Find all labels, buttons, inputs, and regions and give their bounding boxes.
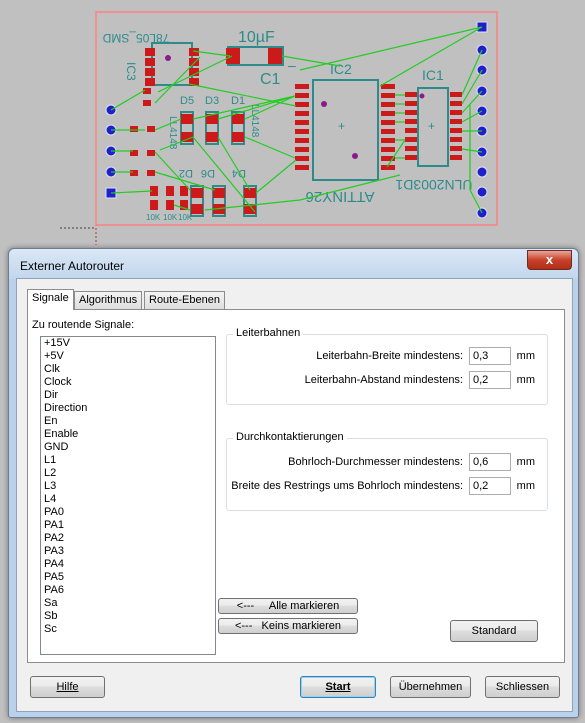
mark-all-label: <--- Alle markieren <box>236 600 340 612</box>
signal-list-item[interactable]: L2 <box>41 467 215 480</box>
trace-spacing-unit: mm <box>516 374 535 386</box>
vias-group-title: Durchkontaktierungen <box>233 431 347 443</box>
signal-list-item[interactable]: PA5 <box>41 571 215 584</box>
c1-label: C1 <box>260 71 281 88</box>
signals-list-label: Zu routende Signale: <box>32 319 135 331</box>
tab-signale[interactable]: Signale <box>27 289 74 310</box>
trace-width-input[interactable] <box>469 347 511 365</box>
vias-groupbox: Durchkontaktierungen Bohrloch-Durchmesse… <box>226 431 548 511</box>
ic1-uln2003[interactable]: + IC1 ULN2003D1 <box>395 67 472 193</box>
start-button[interactable]: Start <box>300 676 376 698</box>
signal-list-item[interactable]: PA3 <box>41 545 215 558</box>
close-icon: x <box>545 252 554 267</box>
resistor-array[interactable]: 10K 10K 10K <box>130 88 193 222</box>
mark-all-button[interactable]: <--- Alle markieren <box>218 598 358 614</box>
signal-list-item[interactable]: En <box>41 415 215 428</box>
mark-none-label: <--- Keins markieren <box>234 620 342 632</box>
signal-list-item[interactable]: L1 <box>41 454 215 467</box>
close-button[interactable]: Schliessen <box>485 676 560 698</box>
signal-list-item[interactable]: Dir <box>41 389 215 402</box>
ic3-value-label: 78L05_SMD <box>102 31 169 45</box>
help-label: Hilfe <box>56 681 79 693</box>
signal-list-item[interactable]: Direction <box>41 402 215 415</box>
d1-label: D1 <box>231 95 245 107</box>
ic3-label: IC3 <box>124 62 138 81</box>
c1-value-label: 10µF <box>238 29 275 46</box>
d4-label: D4 <box>232 167 246 179</box>
tab-signale-label: Signale <box>32 292 69 304</box>
trace-spacing-label: Leiterbahn-Abstand mindestens: <box>304 374 463 386</box>
dialog-title: Externer Autorouter <box>20 259 125 273</box>
ic2-attiny26[interactable]: + IC2 ATTINY26 <box>295 61 395 205</box>
signals-listbox[interactable]: +15V +5V Clk Clock Dir Direction En Enable GND L1… <box>40 336 216 655</box>
r2-label: 10K <box>163 213 178 222</box>
drill-diameter-input[interactable] <box>469 453 511 471</box>
svg-text:+: + <box>428 119 435 133</box>
r3-label: 10K <box>178 213 193 222</box>
svg-text:+: + <box>338 119 345 133</box>
signal-list-item[interactable]: GND <box>41 441 215 454</box>
signal-list-item[interactable]: Clock <box>41 376 215 389</box>
trace-width-unit: mm <box>516 350 535 362</box>
autorouter-dialog: Externer Autorouter x Signale Algorithmu… <box>8 248 579 718</box>
restring-width-input[interactable] <box>469 477 511 495</box>
signal-list-item[interactable]: PA0 <box>41 506 215 519</box>
mark-none-button[interactable]: <--- Keins markieren <box>218 618 358 634</box>
pcb-board-canvas[interactable]: IC3 78L05_SMD 10µF C1 – + IC2 ATTINY26 +… <box>0 0 585 250</box>
signal-list-item[interactable]: L3 <box>41 480 215 493</box>
d6-label: D6 <box>201 167 215 179</box>
signal-list-item[interactable]: Sb <box>41 610 215 623</box>
signal-list-item[interactable]: +5V <box>41 350 215 363</box>
signal-list-item[interactable]: PA4 <box>41 558 215 571</box>
signal-list-item[interactable]: PA6 <box>41 584 215 597</box>
signal-list-item[interactable]: Clk <box>41 363 215 376</box>
help-button[interactable]: Hilfe <box>30 676 105 698</box>
standard-button[interactable]: Standard <box>450 620 538 642</box>
signal-list-item[interactable]: PA1 <box>41 519 215 532</box>
signale-tab-panel: Zu routende Signale: +15V +5V Clk Clock Dir D… <box>27 309 565 663</box>
d3-label: D3 <box>205 95 219 107</box>
d5-label: D5 <box>180 95 194 107</box>
ic3-regulator[interactable]: IC3 78L05_SMD <box>102 31 199 86</box>
apply-label: Übernehmen <box>398 681 463 693</box>
traces-groupbox: Leiterbahnen Leiterbahn-Breite mindesten… <box>226 327 548 405</box>
tab-algorithmus[interactable]: Algorithmus <box>74 291 143 309</box>
dialog-titlebar[interactable]: Externer Autorouter x <box>9 249 578 279</box>
restring-width-unit: mm <box>516 480 535 492</box>
traces-group-title: Leiterbahnen <box>233 327 304 339</box>
close-label: Schliessen <box>495 681 550 693</box>
drill-diameter-label: Bohrloch-Durchmesser mindestens: <box>288 456 463 468</box>
signal-list-item[interactable]: PA2 <box>41 532 215 545</box>
signal-list-item[interactable]: L4 <box>41 493 215 506</box>
r1-label: 10K <box>146 213 161 222</box>
start-label: Start <box>325 681 351 693</box>
ic1-value-label: ULN2003D1 <box>395 177 472 193</box>
signal-list-item[interactable]: Sa <box>41 597 215 610</box>
signal-list-item[interactable]: +15V <box>41 337 215 350</box>
dialog-client-area: Signale Algorithmus Route-Ebenen Zu rout… <box>16 278 573 712</box>
restring-width-label: Breite des Restrings ums Bohrloch mindes… <box>231 480 463 492</box>
c1-minus-label: – <box>288 57 296 73</box>
tab-algorithmus-label: Algorithmus <box>79 294 138 306</box>
tab-route-ebenen-label: Route-Ebenen <box>149 294 220 306</box>
tab-route-ebenen[interactable]: Route-Ebenen <box>144 291 225 309</box>
close-window-button[interactable]: x <box>527 250 572 270</box>
drill-diameter-unit: mm <box>516 456 535 468</box>
ic2-label: IC2 <box>330 61 352 77</box>
signal-list-item[interactable]: Enable <box>41 428 215 441</box>
trace-spacing-input[interactable] <box>469 371 511 389</box>
standard-label: Standard <box>471 625 517 637</box>
c1-capacitor[interactable]: 10µF C1 – <box>226 29 296 88</box>
trace-width-label: Leiterbahn-Breite mindestens: <box>316 350 463 362</box>
d2-label: D2 <box>179 167 193 179</box>
apply-button[interactable]: Übernehmen <box>390 676 471 698</box>
ic1-label: IC1 <box>422 67 444 83</box>
signal-list-item[interactable]: Sc <box>41 623 215 636</box>
